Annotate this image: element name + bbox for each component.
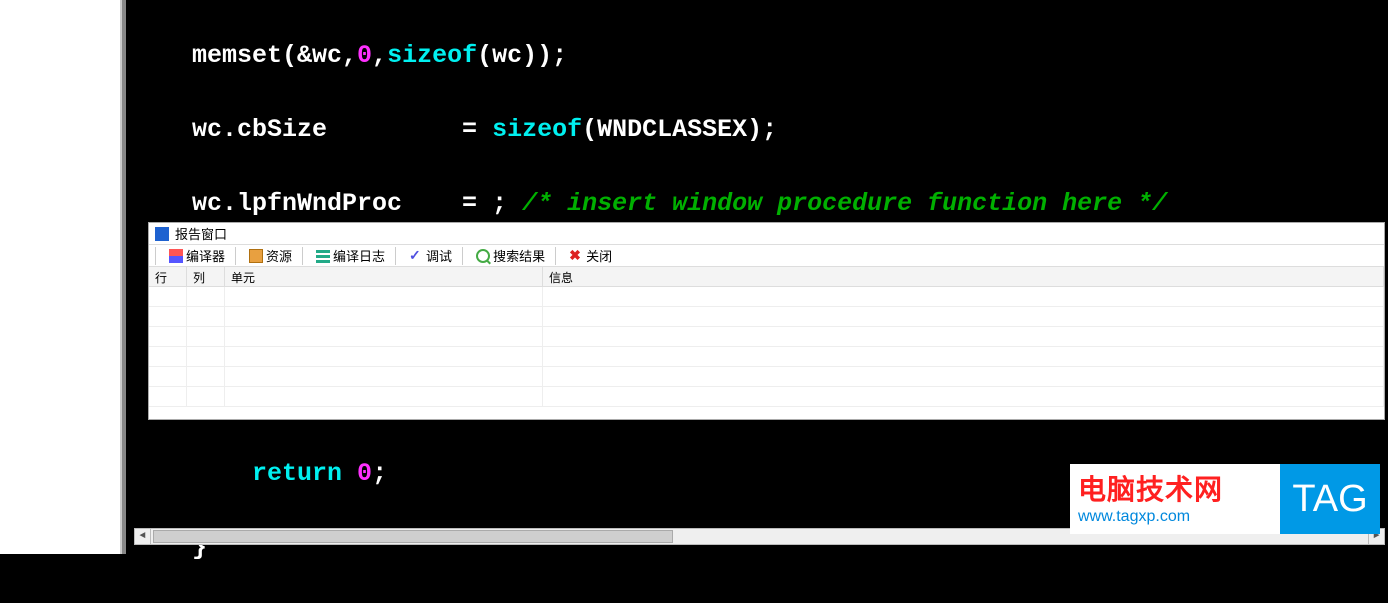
col-header-msg[interactable]: 信息 [543, 267, 1384, 286]
table-row[interactable] [149, 347, 1384, 367]
table-row[interactable] [149, 367, 1384, 387]
tab-resource[interactable]: 资源 [243, 246, 298, 266]
separator [462, 247, 466, 265]
report-window: 报告窗口 编译器 资源 编译日志 ✓调试 搜索结果 ✖关闭 行 列 单元 信息 [148, 222, 1385, 420]
tab-search[interactable]: 搜索结果 [470, 246, 551, 266]
code-line: wc.cbSize = sizeof(WNDCLASSEX); [132, 111, 1388, 148]
table-row[interactable] [149, 327, 1384, 347]
separator [555, 247, 559, 265]
dev-icon [155, 227, 169, 241]
search-icon [476, 249, 490, 263]
watermark-title: 电脑技术网 [1078, 468, 1272, 508]
report-window-titlebar[interactable]: 报告窗口 [149, 223, 1384, 245]
copy-icon [249, 249, 263, 263]
grid-icon [169, 249, 183, 263]
report-toolbar: 编译器 资源 编译日志 ✓调试 搜索结果 ✖关闭 [149, 245, 1384, 267]
separator [235, 247, 239, 265]
tab-debug[interactable]: ✓调试 [403, 246, 458, 266]
watermark-logo: TAG [1280, 464, 1380, 534]
table-row[interactable] [149, 307, 1384, 327]
close-icon: ✖ [569, 249, 583, 263]
separator [395, 247, 399, 265]
tab-close[interactable]: ✖关闭 [563, 246, 618, 266]
tab-buildlog[interactable]: 编译日志 [310, 246, 391, 266]
col-header-line[interactable]: 行 [149, 267, 187, 286]
table-row[interactable] [149, 287, 1384, 307]
code-line: wc.lpfnWndProc = ; /* insert window proc… [132, 185, 1388, 222]
watermark-text: 电脑技术网 www.tagxp.com [1070, 464, 1280, 534]
col-header-col[interactable]: 列 [187, 267, 225, 286]
scroll-left-icon[interactable]: ◄ [135, 529, 151, 544]
bars-icon [316, 249, 330, 263]
code-line: memset(&wc,0,sizeof(wc)); [132, 37, 1388, 74]
separator [302, 247, 306, 265]
grip-icon [155, 247, 159, 265]
tab-compiler[interactable]: 编译器 [163, 246, 231, 266]
editor-gutter [0, 0, 126, 554]
watermark: 电脑技术网 www.tagxp.com TAG [1070, 464, 1380, 534]
scroll-thumb[interactable] [153, 530, 673, 543]
table-row[interactable] [149, 387, 1384, 407]
report-grid-body[interactable] [149, 287, 1384, 407]
col-header-unit[interactable]: 单元 [225, 267, 543, 286]
check-icon: ✓ [409, 249, 423, 263]
report-window-title: 报告窗口 [175, 224, 227, 243]
report-grid-header: 行 列 单元 信息 [149, 267, 1384, 287]
watermark-url: www.tagxp.com [1078, 508, 1272, 526]
